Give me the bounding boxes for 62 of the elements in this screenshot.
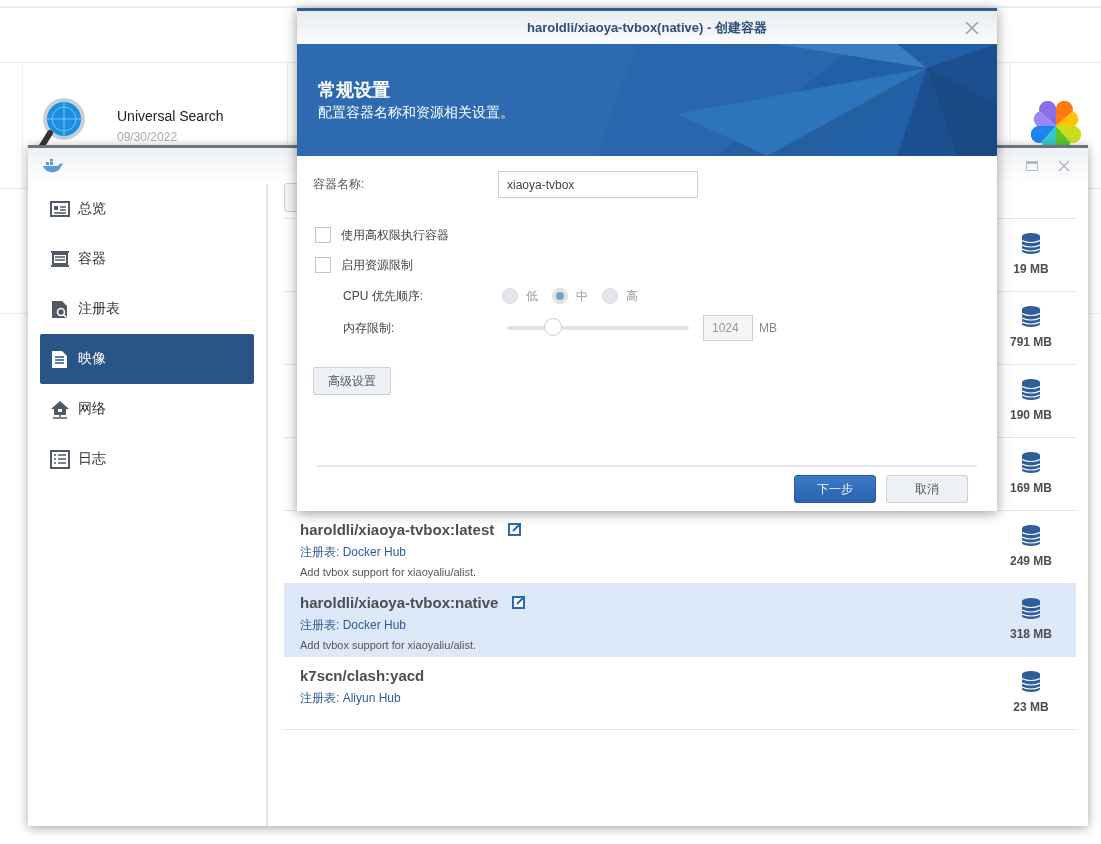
maximize-icon[interactable] — [1026, 161, 1038, 171]
sidebar-item[interactable]: 映像 — [40, 334, 254, 384]
list-icon — [50, 249, 70, 269]
image-size: 249 MB — [1010, 554, 1052, 568]
external-link-icon[interactable] — [508, 523, 522, 536]
id-card-icon — [50, 199, 70, 219]
dialog-title: haroldli/xiaoya-tvbox(native) - 创建容器 — [527, 18, 767, 37]
registry-text: 注册表: Aliyun Hub — [300, 690, 402, 707]
image-size: 190 MB — [1010, 408, 1052, 422]
checkbox[interactable] — [315, 227, 331, 243]
radio-label: 中 — [576, 287, 588, 305]
image-name: k7scn/clash:yacd — [300, 667, 425, 684]
database-icon — [1022, 306, 1040, 327]
sidebar-item[interactable]: 容器 — [40, 234, 254, 284]
external-link-icon[interactable] — [512, 596, 526, 609]
image-size: 791 MB — [1010, 335, 1052, 349]
database-icon — [1022, 598, 1040, 619]
image-description: Add tvbox support for xiaoyaliu/alist. — [300, 639, 478, 651]
checkbox-label: 使用高权限执行容器 — [341, 226, 449, 244]
list-icon — [50, 449, 70, 469]
image-size: 19 MB — [1013, 262, 1049, 276]
field-label: 内存限制: — [343, 319, 396, 337]
sidebar-item[interactable]: 网络 — [40, 384, 254, 434]
image-name: haroldli/xiaoya-tvbox:native — [300, 594, 499, 611]
sidebar-item[interactable]: 总览 — [40, 184, 254, 234]
registry-text: 注册表: Docker Hub — [300, 544, 408, 561]
cancel-button[interactable]: 取消 — [886, 475, 968, 503]
checkbox-label: 启用资源限制 — [341, 256, 413, 274]
advanced-settings-button[interactable]: 高级设置 — [313, 367, 391, 395]
image-size: 169 MB — [1010, 481, 1052, 495]
sidebar-item[interactable]: 日志 — [40, 434, 254, 484]
dialog-heading: 常规设置 — [318, 79, 391, 102]
dialog-subheading: 配置容器名称和资源相关设置。 — [318, 104, 515, 122]
image-row[interactable]: k7scn/clash:yacd 注册表: Aliyun Hub 23 MB — [284, 657, 1076, 730]
image-description: Add tvbox support for xiaoyaliu/alist. — [300, 566, 478, 578]
name-field[interactable]: xiaoya-tvbox — [498, 171, 698, 198]
sidebar-item[interactable]: 注册表 — [40, 284, 254, 334]
database-icon — [1022, 671, 1040, 692]
radio-label: 高 — [626, 287, 638, 305]
image-name: haroldli/xiaoya-tvbox:latest — [300, 521, 495, 538]
house-icon — [50, 399, 70, 419]
database-icon — [1022, 452, 1040, 473]
database-icon — [1022, 379, 1040, 400]
whale-icon — [42, 159, 64, 173]
unit-label: MB — [759, 321, 777, 335]
document-search-icon — [50, 299, 70, 319]
radio-label: 低 — [526, 287, 538, 305]
app-name: Universal Search — [117, 107, 224, 124]
database-icon — [1022, 525, 1040, 546]
image-row[interactable]: haroldli/xiaoya-tvbox:native 注册表: Docker Hub Add tvbox support for xiaoyaliu/alist. 318 MB — [284, 584, 1076, 657]
document-list-icon — [50, 349, 70, 369]
field-label: 容器名称: — [313, 176, 366, 193]
checkbox[interactable] — [315, 257, 331, 273]
close-icon[interactable] — [965, 21, 979, 35]
database-icon — [1022, 233, 1040, 254]
image-size: 318 MB — [1010, 627, 1052, 641]
field-label: CPU 优先顺序: — [343, 287, 424, 305]
next-button[interactable]: 下一步 — [794, 475, 876, 503]
close-icon[interactable] — [1058, 160, 1070, 172]
app-date: 09/30/2022 — [117, 129, 179, 144]
image-size: 23 MB — [1013, 700, 1049, 714]
registry-text: 注册表: Docker Hub — [300, 617, 408, 634]
